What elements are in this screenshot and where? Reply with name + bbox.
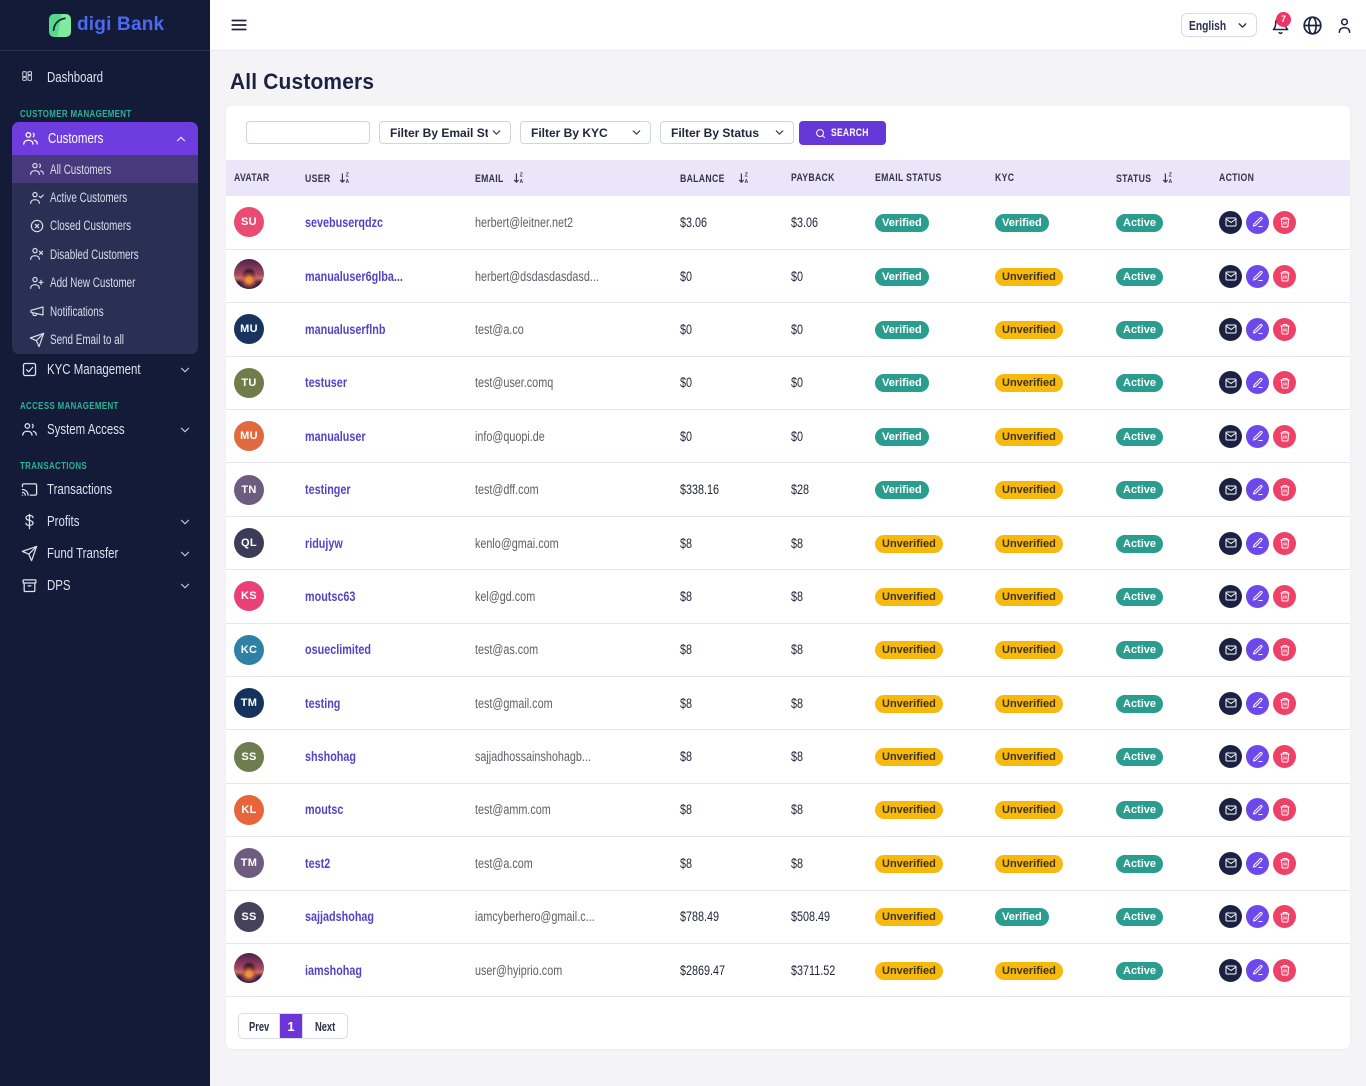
svg-text:A: A: [745, 179, 749, 184]
svg-text:Z: Z: [745, 172, 748, 178]
svg-text:A: A: [519, 179, 523, 184]
svg-text:A: A: [1169, 179, 1173, 184]
svg-text:Z: Z: [345, 172, 348, 178]
svg-text:A: A: [345, 179, 349, 184]
svg-text:Z: Z: [519, 172, 522, 178]
svg-text:Z: Z: [1169, 172, 1172, 178]
